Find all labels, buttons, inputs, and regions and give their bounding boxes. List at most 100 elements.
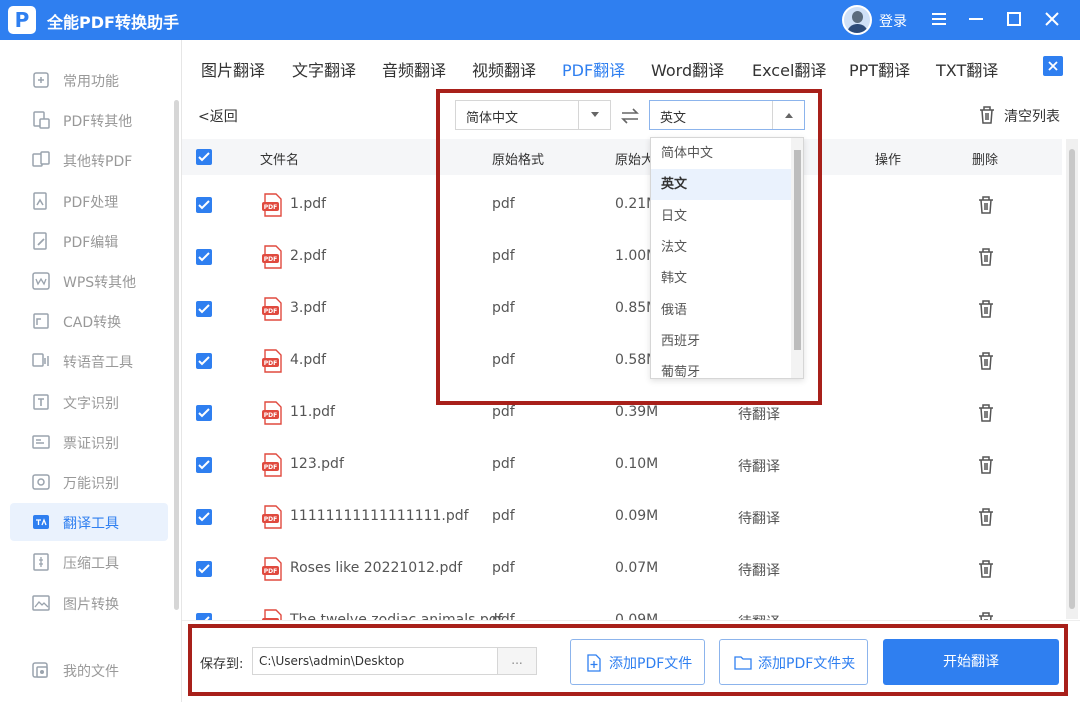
- tab-4[interactable]: 视频翻译: [472, 57, 536, 81]
- row-checkbox[interactable]: [196, 301, 212, 317]
- sidebar-item-3[interactable]: 其他转PDF: [10, 141, 168, 179]
- start-translation-button[interactable]: 开始翻译: [883, 639, 1059, 685]
- translate-icon: [31, 512, 51, 532]
- row-checkbox[interactable]: [196, 249, 212, 265]
- table-row[interactable]: PDF 11111111111111111.pdf pdf 0.09M 待翻译: [182, 491, 1062, 543]
- row-checkbox[interactable]: [196, 353, 212, 369]
- ocr-icon: [31, 392, 51, 412]
- language-option[interactable]: 西班牙: [651, 326, 791, 357]
- table-row[interactable]: PDF 3.pdf pdf 0.85M: [182, 283, 1062, 335]
- tab-7[interactable]: Excel翻译: [752, 57, 826, 81]
- close-panel-icon[interactable]: [1043, 56, 1063, 76]
- language-option[interactable]: 简体中文: [651, 138, 791, 169]
- file-format: pdf: [492, 352, 515, 368]
- swap-languages-icon[interactable]: [620, 106, 640, 126]
- chevron-up-icon[interactable]: [772, 101, 804, 129]
- add-pdf-folder-button[interactable]: 添加PDF文件夹: [719, 639, 868, 685]
- sidebar-item-13[interactable]: 压缩工具: [10, 543, 168, 581]
- table-row[interactable]: PDF 4.pdf pdf 0.58M: [182, 335, 1062, 387]
- table-row[interactable]: PDF Roses like 20221012.pdf pdf 0.07M 待翻译: [182, 543, 1062, 595]
- select-all-checkbox[interactable]: [196, 149, 212, 165]
- image-convert-icon: [31, 593, 51, 613]
- language-option[interactable]: 英文: [651, 169, 791, 201]
- login-link[interactable]: 登录: [879, 11, 907, 31]
- row-checkbox[interactable]: [196, 405, 212, 421]
- file-format: pdf: [492, 508, 515, 524]
- chevron-down-icon[interactable]: [578, 101, 610, 129]
- table-row[interactable]: PDF 1.pdf pdf 0.21M: [182, 179, 1062, 231]
- language-option[interactable]: 韩文: [651, 263, 791, 294]
- svg-text:PDF: PDF: [264, 308, 277, 315]
- sidebar-item-1[interactable]: 常用功能: [10, 61, 168, 99]
- delete-row-icon[interactable]: [977, 455, 995, 479]
- source-language-select[interactable]: 简体中文: [455, 100, 611, 130]
- sidebar-item-label: 压缩工具: [63, 556, 119, 573]
- save-path-input[interactable]: [252, 647, 498, 675]
- app-title: 全能PDF转换助手: [47, 13, 179, 32]
- delete-row-icon[interactable]: [977, 507, 995, 531]
- pdf-file-icon: PDF: [262, 349, 284, 373]
- table-scrollbar[interactable]: [1066, 139, 1078, 619]
- tab-6[interactable]: Word翻译: [651, 57, 724, 81]
- wps-convert-icon: [31, 271, 51, 291]
- row-checkbox[interactable]: [196, 457, 212, 473]
- tab-3[interactable]: 音频翻译: [382, 57, 446, 81]
- to-pdf-icon: [31, 150, 51, 170]
- file-status: 待翻译: [738, 511, 780, 527]
- file-name: Roses like 20221012.pdf: [290, 560, 463, 576]
- add-pdf-file-button[interactable]: 添加PDF文件: [570, 639, 705, 685]
- table-row[interactable]: PDF 123.pdf pdf 0.10M 待翻译: [182, 439, 1062, 491]
- sidebar-item-4[interactable]: PDF处理: [10, 182, 168, 220]
- table-row[interactable]: PDF 2.pdf pdf 1.00M: [182, 231, 1062, 283]
- browse-button[interactable]: ...: [497, 647, 537, 675]
- delete-row-icon[interactable]: [977, 403, 995, 427]
- sidebar-item-6[interactable]: WPS转其他: [10, 262, 168, 300]
- sidebar-item-7[interactable]: CAD转换: [10, 302, 168, 340]
- file-size: 0.07M: [615, 560, 659, 576]
- language-option[interactable]: 葡萄牙: [651, 357, 791, 378]
- user-avatar[interactable]: [842, 5, 872, 35]
- sidebar-item-label: 其他转PDF: [63, 154, 133, 171]
- sidebar-item-my-files[interactable]: 我的文件: [10, 651, 168, 689]
- sidebar-item-5[interactable]: PDF编辑: [10, 222, 168, 260]
- sidebar-item-label: CAD转换: [63, 315, 122, 332]
- language-option[interactable]: 日文: [651, 201, 791, 232]
- file-status: 待翻译: [738, 459, 780, 475]
- sidebar-item-2[interactable]: PDF转其他: [10, 101, 168, 139]
- delete-row-icon[interactable]: [977, 247, 995, 271]
- sidebar-item-12[interactable]: 翻译工具: [10, 503, 168, 542]
- text-to-speech-icon: [31, 351, 51, 371]
- close-window-icon[interactable]: [1039, 6, 1065, 32]
- sidebar-item-14[interactable]: 图片转换: [10, 584, 168, 622]
- delete-row-icon[interactable]: [977, 559, 995, 583]
- delete-row-icon[interactable]: [977, 299, 995, 323]
- row-checkbox[interactable]: [196, 197, 212, 213]
- table-row[interactable]: PDF 11.pdf pdf 0.39M 待翻译: [182, 387, 1062, 439]
- sidebar-item-11[interactable]: 万能识别: [10, 463, 168, 501]
- target-language-select[interactable]: 英文: [649, 100, 805, 130]
- minimize-icon[interactable]: [963, 6, 989, 32]
- tab-5[interactable]: PDF翻译: [562, 57, 625, 81]
- tab-1[interactable]: 图片翻译: [201, 57, 265, 81]
- back-link[interactable]: <返回: [198, 106, 238, 126]
- sidebar-item-9[interactable]: 文字识别: [10, 383, 168, 421]
- row-checkbox[interactable]: [196, 509, 212, 525]
- language-option[interactable]: 俄语: [651, 295, 791, 326]
- clear-list-label: 清空列表: [1004, 109, 1060, 125]
- row-checkbox[interactable]: [196, 561, 212, 577]
- file-name: 11.pdf: [290, 404, 335, 420]
- delete-row-icon[interactable]: [977, 351, 995, 375]
- sidebar-scrollbar[interactable]: [174, 100, 179, 610]
- maximize-icon[interactable]: [1001, 6, 1027, 32]
- dropdown-scrollbar[interactable]: [791, 138, 803, 378]
- title-bar: P 全能PDF转换助手 登录: [0, 0, 1080, 40]
- language-option[interactable]: 法文: [651, 232, 791, 263]
- sidebar-item-8[interactable]: 转语音工具: [10, 342, 168, 380]
- delete-row-icon[interactable]: [977, 195, 995, 219]
- tab-2[interactable]: 文字翻译: [292, 57, 356, 81]
- sidebar-item-10[interactable]: 票证识别: [10, 423, 168, 461]
- tab-9[interactable]: TXT翻译: [936, 57, 998, 81]
- trash-icon: [980, 106, 994, 124]
- tab-8[interactable]: PPT翻译: [849, 57, 910, 81]
- menu-icon[interactable]: [926, 6, 952, 32]
